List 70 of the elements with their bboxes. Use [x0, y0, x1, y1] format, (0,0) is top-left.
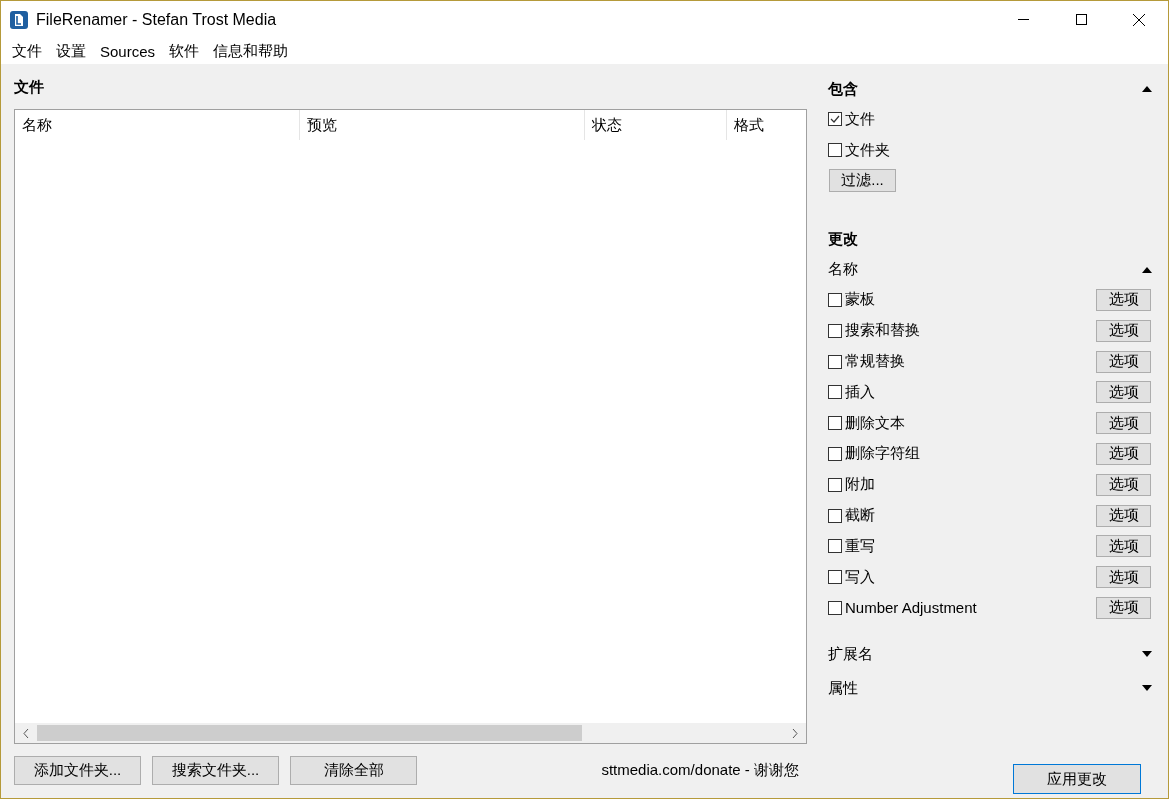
- options-button[interactable]: 选项: [1096, 566, 1151, 589]
- column-header[interactable]: 状态: [585, 110, 727, 140]
- checkbox-label[interactable]: 蒙板: [845, 290, 875, 310]
- section-title: 文件: [14, 78, 45, 97]
- checkbox[interactable]: [828, 446, 842, 461]
- options-button[interactable]: 选项: [1096, 442, 1151, 465]
- section-title: 更改: [828, 230, 858, 250]
- horizontal-scrollbar[interactable]: [15, 723, 806, 743]
- checkbox[interactable]: [828, 600, 842, 615]
- checkbox-label[interactable]: 文件夹: [845, 140, 890, 160]
- checkbox[interactable]: [828, 354, 842, 369]
- checkbox[interactable]: [828, 323, 842, 338]
- options-button[interactable]: 选项: [1096, 473, 1151, 496]
- checkbox[interactable]: [828, 477, 842, 492]
- checkbox[interactable]: [828, 508, 842, 523]
- checkbox-label[interactable]: 常规替换: [845, 352, 905, 372]
- menu-item[interactable]: 软件: [162, 41, 207, 61]
- options-button[interactable]: 选项: [1096, 504, 1151, 527]
- footer-button[interactable]: 清除全部: [290, 756, 417, 785]
- maximize-icon[interactable]: [1075, 14, 1087, 25]
- options-button[interactable]: 选项: [1096, 535, 1151, 558]
- window-title: FileRenamer - Stefan Trost Media: [36, 10, 278, 29]
- checkbox-label[interactable]: 附加: [845, 475, 875, 495]
- menu-item[interactable]: 文件: [5, 41, 49, 61]
- checkbox[interactable]: [828, 112, 842, 127]
- checkbox-label[interactable]: 写入: [845, 567, 875, 587]
- checkbox-label[interactable]: 截断: [845, 506, 875, 526]
- checkbox-label[interactable]: Number Adjustment: [845, 599, 977, 617]
- checkbox[interactable]: [828, 385, 842, 400]
- checkbox[interactable]: [828, 539, 842, 554]
- options-button[interactable]: 选项: [1096, 289, 1151, 311]
- menu-item[interactable]: Sources: [93, 42, 163, 60]
- close-icon[interactable]: [1133, 13, 1145, 26]
- apply-button[interactable]: 应用更改: [1013, 764, 1141, 794]
- checkbox-label[interactable]: 搜索和替换: [845, 321, 920, 341]
- checkbox[interactable]: [828, 570, 842, 585]
- expand-arrow-icon[interactable]: [1142, 685, 1152, 692]
- collapse-arrow-icon[interactable]: [1142, 86, 1152, 92]
- column-header[interactable]: 名称: [15, 110, 300, 140]
- checkbox-label[interactable]: 插入: [845, 382, 875, 402]
- group-title[interactable]: 扩展名: [828, 644, 873, 664]
- group-title[interactable]: 名称: [828, 260, 858, 280]
- expand-arrow-icon[interactable]: [1142, 651, 1152, 658]
- group-title[interactable]: 属性: [828, 678, 858, 698]
- options-button[interactable]: 选项: [1096, 381, 1151, 404]
- column-header[interactable]: 格式: [727, 110, 806, 140]
- checkbox-label[interactable]: 删除字符组: [845, 444, 920, 464]
- checkbox[interactable]: [828, 416, 842, 431]
- collapse-arrow-icon[interactable]: [1142, 266, 1152, 273]
- checkbox-label[interactable]: 文件: [845, 109, 875, 129]
- options-button[interactable]: 选项: [1096, 319, 1151, 342]
- options-button[interactable]: 选项: [1096, 596, 1151, 619]
- scroll-right-icon[interactable]: [792, 728, 798, 738]
- menu-item[interactable]: 设置: [49, 41, 93, 61]
- column-header[interactable]: 预览: [300, 110, 585, 140]
- scroll-left-icon[interactable]: [23, 728, 29, 738]
- filter-button[interactable]: 过滤...: [829, 168, 896, 192]
- checkbox-label[interactable]: 重写: [845, 536, 875, 556]
- footer-button[interactable]: 添加文件夹...: [14, 756, 141, 785]
- menu-item[interactable]: 信息和帮助: [206, 41, 296, 61]
- footer-button[interactable]: 搜索文件夹...: [152, 756, 279, 785]
- checkbox[interactable]: [828, 143, 842, 158]
- options-button[interactable]: 选项: [1096, 412, 1151, 435]
- app-icon: [10, 10, 28, 29]
- checkbox-label[interactable]: 删除文本: [845, 413, 905, 433]
- donate-text: sttmedia.com/donate - 谢谢您: [601, 761, 799, 780]
- checkbox[interactable]: [828, 293, 842, 307]
- section-title: 包含: [828, 79, 858, 99]
- options-button[interactable]: 选项: [1096, 350, 1151, 373]
- minimize-icon[interactable]: [1017, 19, 1029, 20]
